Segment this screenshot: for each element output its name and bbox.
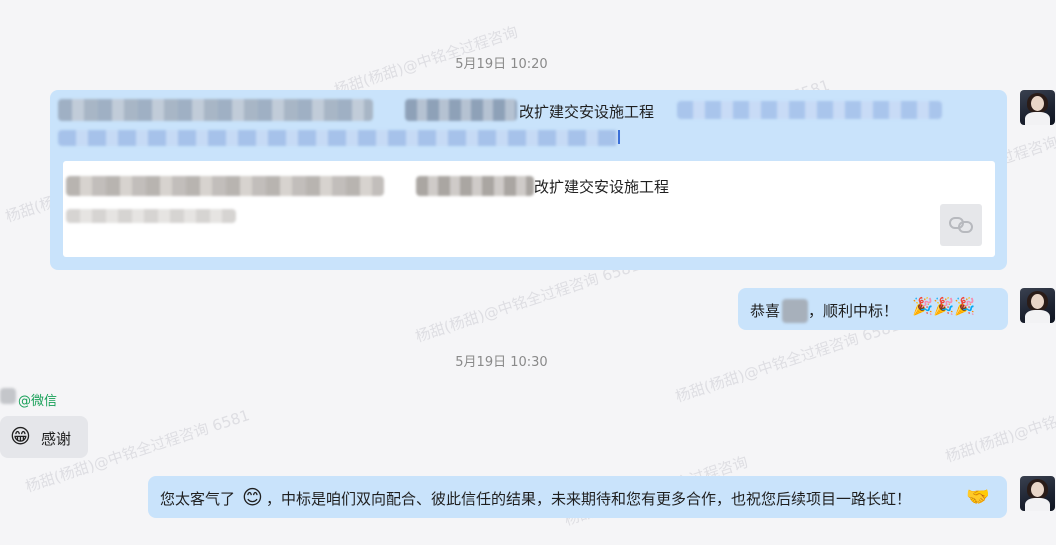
watermark-layer: 杨甜(杨甜)@中铭全过程咨询 杨甜(杨甜)@中铭全过程咨询 6581 杨甜(杨甜… bbox=[0, 0, 1056, 545]
party-popper-icon: 🎉🎉🎉 bbox=[912, 297, 976, 317]
smiling-face-icon: 😊 bbox=[242, 485, 263, 509]
avatar[interactable] bbox=[1020, 476, 1055, 511]
message-text-a: 您太客气了 bbox=[160, 490, 236, 508]
text-cursor bbox=[618, 130, 620, 144]
timestamp: 5月19日 10:30 bbox=[455, 355, 548, 370]
grinning-face-icon: 😁 bbox=[10, 424, 31, 448]
message-text-b: ，中标是咱们双向配合、彼此信任的结果，未来期待和您有更多合作，也祝您后续项目一路… bbox=[266, 490, 912, 508]
link-chain-icon[interactable] bbox=[940, 204, 982, 246]
message-text: 感谢 bbox=[41, 430, 72, 448]
timestamp: 5月19日 10:20 bbox=[455, 57, 548, 72]
watermark-text: 杨甜(杨甜)@中铭全过程咨询 6581 bbox=[943, 376, 1056, 466]
link-card-title: 改扩建交安设施工程 bbox=[534, 178, 670, 196]
blurred-redaction bbox=[0, 388, 16, 404]
message-text: 改扩建交安设施工程 bbox=[519, 103, 655, 121]
handshake-icon: 🤝 bbox=[966, 486, 990, 508]
avatar[interactable] bbox=[1020, 90, 1055, 125]
message-text-suffix: ，顺利中标！ bbox=[808, 302, 899, 320]
avatar[interactable] bbox=[1020, 288, 1055, 323]
sender-name: @微信 bbox=[18, 394, 58, 409]
message-text-prefix: 恭喜 bbox=[750, 302, 781, 320]
blurred-redaction bbox=[782, 299, 808, 323]
